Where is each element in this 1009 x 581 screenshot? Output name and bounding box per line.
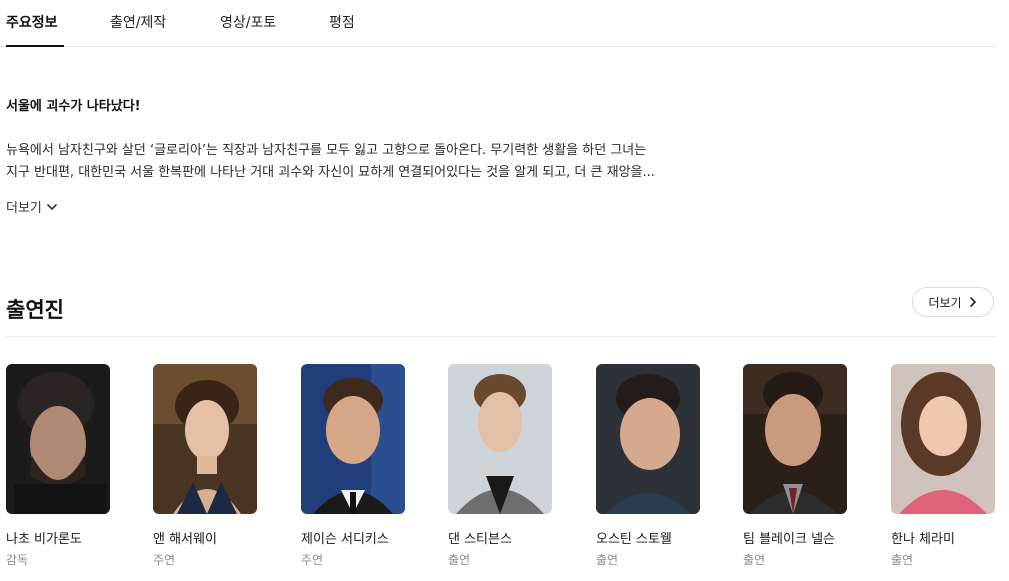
cast-photo [596, 364, 700, 514]
cast-photo [153, 364, 257, 514]
cast-role: 출연 [596, 553, 619, 567]
synopsis-more-toggle[interactable]: 더보기 [6, 197, 58, 216]
cast-card[interactable]: 나초 비가론도 감독 [6, 364, 110, 568]
cast-name: 오스틴 스토웰 [596, 532, 672, 547]
synopsis-text: 뉴욕에서 남자친구와 살던 ‘글로리아’는 직장과 남자친구를 모두 잃고 고향… [6, 140, 726, 184]
cast-name: 앤 해서웨이 [153, 532, 217, 547]
synopsis-line: 뉴욕에서 남자친구와 살던 ‘글로리아’는 직장과 남자친구를 모두 잃고 고향… [6, 143, 647, 158]
cast-card[interactable]: 앤 해서웨이 주연 [153, 364, 257, 568]
tab-reviews[interactable]: 평점 [329, 12, 355, 32]
cast-role: 출연 [743, 553, 766, 567]
cast-photo [448, 364, 552, 514]
chevron-right-icon [969, 297, 976, 307]
tab-bar: 주요정보 출연/제작 영상/포토 평점 [0, 0, 996, 47]
cast-card[interactable]: 팀 블레이크 넬슨 출연 [743, 364, 847, 568]
cast-name: 한나 체라미 [891, 532, 955, 547]
cast-name: 제이슨 서디키스 [301, 532, 389, 547]
cast-list: 나초 비가론도 감독 앤 해서웨이 주연 제이슨 서디키스 주연 댄 스티븐스 … [6, 364, 996, 581]
section-divider [6, 336, 996, 337]
cast-name: 나초 비가론도 [6, 532, 82, 547]
cast-name: 팀 블레이크 넬슨 [743, 532, 835, 547]
overview-headline: 서울에 괴수가 나타났다! [6, 99, 141, 114]
tab-video-photo[interactable]: 영상/포토 [220, 12, 276, 32]
cast-photo [743, 364, 847, 514]
tab-main-info[interactable]: 주요정보 [6, 12, 58, 32]
cast-role: 주연 [301, 553, 324, 567]
cast-card[interactable]: 댄 스티븐스 출연 [448, 364, 552, 568]
cast-card[interactable]: 한나 체라미 출연 [891, 364, 995, 568]
cast-role: 주연 [153, 553, 176, 567]
cast-photo [301, 364, 405, 514]
cast-section-title: 출연진 [6, 298, 64, 322]
active-tab-indicator [6, 45, 64, 47]
cast-more-button[interactable]: 더보기 [912, 287, 994, 317]
tab-cast-crew[interactable]: 출연/제작 [110, 12, 166, 32]
synopsis-more-label: 더보기 [6, 201, 42, 216]
chevron-down-icon [47, 203, 57, 210]
cast-role: 감독 [6, 553, 29, 567]
synopsis-line: 지구 반대편, 대한민국 서울 한복판에 나타난 거대 괴수와 자신이 묘하게 … [6, 165, 655, 180]
cast-photo [891, 364, 995, 514]
cast-role: 출연 [448, 553, 471, 567]
cast-role: 출연 [891, 553, 914, 567]
cast-photo [6, 364, 110, 514]
cast-card[interactable]: 제이슨 서디키스 주연 [301, 364, 405, 568]
cast-card[interactable]: 오스틴 스토웰 출연 [596, 364, 700, 568]
cast-more-label: 더보기 [928, 295, 962, 310]
cast-name: 댄 스티븐스 [448, 532, 512, 547]
